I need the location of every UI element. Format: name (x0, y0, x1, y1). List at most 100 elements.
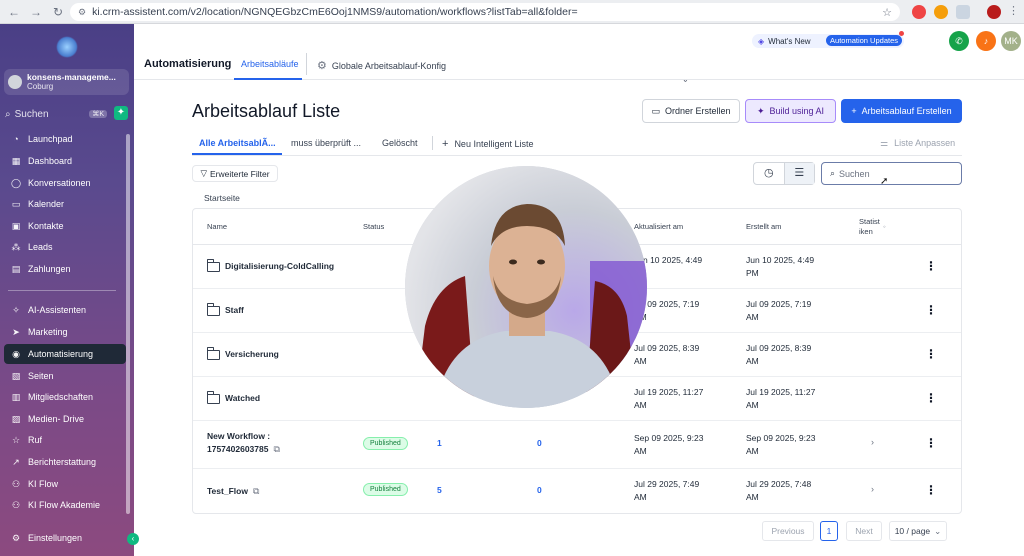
reload-icon[interactable]: ↻ (50, 5, 66, 19)
page-size-select[interactable]: 10 / page ⌄ (889, 521, 947, 541)
sidebar-item-ruf[interactable]: ☆ Ruf (4, 430, 126, 450)
sidebar-item-berichterstattung[interactable]: ↗ Berichterstattung (4, 452, 126, 472)
sidebar-item-label: Kalender (28, 199, 65, 209)
collapse-sidebar-icon[interactable]: ‹ (127, 533, 139, 545)
previous-page-button[interactable]: Previous (762, 521, 814, 541)
row-menu-icon[interactable]: ⋮ (925, 303, 937, 317)
sidebar-item-label: Kontakte (28, 221, 64, 231)
list-view-icon[interactable]: ☰ (783, 163, 814, 184)
enrolled-count[interactable]: 1 (437, 437, 442, 450)
external-link-icon[interactable]: ⧉ (253, 486, 259, 496)
quick-action-button[interactable]: ✦ (114, 106, 128, 120)
active-count[interactable]: 0 (537, 484, 542, 497)
row-menu-icon[interactable]: ⋮ (925, 436, 937, 450)
sidebar-item-leads[interactable]: ⁂ Leads (4, 237, 126, 257)
workflow-name[interactable]: New Workflow : 1757402603785 ⧉ (207, 430, 280, 456)
table-row[interactable]: Test_Flow ⧉ Published 5 0 Jul 29 2025, 7:… (193, 469, 961, 513)
rocket-icon: ◔ (13, 134, 19, 144)
calendar-icon: ▭ (11, 198, 21, 209)
build-using-ai-button[interactable]: ✦ Build using AI (745, 99, 836, 123)
back-icon[interactable]: ← (6, 5, 22, 19)
row-menu-icon[interactable]: ⋮ (925, 259, 937, 273)
tab-global-config[interactable]: ⚙ Globale Arbeitsablauf-Konfig (317, 59, 446, 72)
workflow-name[interactable]: Watched (206, 390, 260, 405)
forward-icon[interactable]: → (28, 5, 44, 19)
workflow-name[interactable]: Digitalisierung-ColdCalling (206, 258, 334, 273)
sidebar-item-automatisierung[interactable]: ◉ Automatisierung (4, 344, 126, 364)
address-bar[interactable]: ⚙ ki.crm-assistent.com/v2/location/NGNQE… (70, 3, 900, 21)
sidebar-item-konversationen[interactable]: ◯ Konversationen (4, 173, 126, 193)
col-header-updated[interactable]: Aktualisiert am (634, 222, 683, 231)
created-ampm: AM (746, 312, 759, 322)
search-input[interactable]: ⌕ Suchen (821, 162, 962, 185)
active-count[interactable]: 0 (537, 437, 542, 450)
sidebar-item-ki-flow[interactable]: ⚇ KI Flow (4, 474, 126, 494)
created-ampm: AM (746, 492, 759, 502)
col-header-stats[interactable]: Statist iken (859, 217, 880, 237)
sidebar-item-launchpad[interactable]: ◔ Launchpad (4, 129, 126, 149)
tab-deleted[interactable]: Gelöscht (382, 138, 418, 148)
extension-abp-icon[interactable] (912, 5, 926, 19)
table-row[interactable]: New Workflow : 1757402603785 ⧉ Published … (193, 421, 961, 469)
folder-icon (206, 346, 220, 360)
bell-icon[interactable]: ♪ (976, 31, 996, 51)
sidebar-item-ai-assistenten[interactable]: ✧ AI-Assistenten (4, 300, 126, 320)
site-info-icon[interactable]: ⚙ (78, 7, 86, 18)
sidebar-search[interactable]: ⌕ Suchen ⌘K (5, 107, 109, 121)
bookmark-star-icon[interactable]: ☆ (882, 6, 892, 19)
sidebar-item-marketing[interactable]: ➤ Marketing (4, 322, 126, 342)
browser-menu-icon[interactable]: ⋮ (1008, 4, 1019, 17)
phone-icon[interactable]: ✆ (949, 31, 969, 51)
sidebar-item-kalender[interactable]: ▭ Kalender (4, 194, 126, 214)
workflow-name[interactable]: Test_Flow ⧉ (207, 485, 259, 498)
row-menu-icon[interactable]: ⋮ (925, 347, 937, 361)
sidebar-item-einstellungen[interactable]: ⚙ Einstellungen (4, 528, 126, 548)
sparkle-icon: ✧ (12, 304, 20, 315)
create-workflow-button[interactable]: + Arbeitsablauf Erstellen (841, 99, 962, 123)
sidebar-item-seiten[interactable]: ▧ Seiten (4, 366, 126, 386)
sidebar-item-ki-flow-akademie[interactable]: ⚇ KI Flow Akademie (4, 495, 126, 515)
row-menu-icon[interactable]: ⋮ (925, 483, 937, 497)
customize-list-button[interactable]: ⚌ Liste Anpassen (880, 138, 955, 149)
status-badge: Published (363, 483, 408, 496)
sidebar-scrollbar[interactable] (126, 134, 130, 514)
user-avatar[interactable]: MK (1001, 31, 1021, 51)
tab-arbeitsablaeufe[interactable]: Arbeitsabläufe (241, 59, 299, 69)
sidebar-item-label: Konversationen (28, 178, 91, 188)
chevron-right-icon[interactable]: › (871, 484, 874, 494)
url-text: ki.crm-assistent.com/v2/location/NGNQEGb… (92, 6, 578, 18)
col-header-name[interactable]: Name (207, 222, 227, 231)
workflow-name-text: Staff (225, 305, 244, 315)
advanced-filter-button[interactable]: ▽ Erweiterte Filter (192, 165, 278, 182)
profile-avatar-icon[interactable] (987, 5, 1001, 19)
clock-view-icon[interactable]: ◷ (754, 163, 784, 184)
subtab-border (192, 155, 962, 156)
create-folder-button[interactable]: ▭ Ordner Erstellen (642, 99, 740, 123)
page-1-button[interactable]: 1 (820, 521, 838, 541)
extension-fox-icon[interactable] (934, 5, 948, 19)
sidebar-item-kontakte[interactable]: ▣ Kontakte (4, 216, 126, 236)
info-icon[interactable]: ◦ (883, 222, 886, 231)
sidebar-item-medien-drive[interactable]: ▨ Medien- Drive (4, 409, 126, 429)
sidebar-item-zahlungen[interactable]: ▤ Zahlungen (4, 259, 126, 279)
tab-needs-review[interactable]: muss überprüft ... (291, 138, 361, 148)
col-header-created[interactable]: Erstellt am (746, 222, 781, 231)
workflow-name[interactable]: Staff (206, 302, 244, 317)
automation-icon: ◉ (12, 348, 20, 359)
col-header-status[interactable]: Status (363, 222, 384, 231)
breadcrumb[interactable]: Startseite (204, 193, 240, 203)
chevron-right-icon[interactable]: › (871, 437, 874, 447)
extensions-puzzle-icon[interactable] (956, 5, 970, 19)
enrolled-count[interactable]: 5 (437, 484, 442, 497)
next-page-button[interactable]: Next (846, 521, 882, 541)
workflow-name[interactable]: Versicherung (206, 346, 279, 361)
external-link-icon[interactable]: ⧉ (273, 444, 279, 454)
new-smart-list-button[interactable]: + Neu Intelligent Liste (442, 138, 534, 150)
sidebar-item-mitgliedschaften[interactable]: ▥ Mitgliedschaften (4, 387, 126, 407)
whats-new-pill[interactable]: ◈ What's New Automation Updates (752, 31, 904, 48)
automation-updates-badge[interactable]: Automation Updates (826, 35, 902, 46)
row-menu-icon[interactable]: ⋮ (925, 391, 937, 405)
account-switcher[interactable]: konsens-manageme... Coburg ⇕ (4, 69, 689, 95)
tab-all-workflows[interactable]: Alle ArbeitsablÃ... (199, 138, 276, 148)
sidebar-item-dashboard[interactable]: ▦ Dashboard (4, 151, 126, 171)
